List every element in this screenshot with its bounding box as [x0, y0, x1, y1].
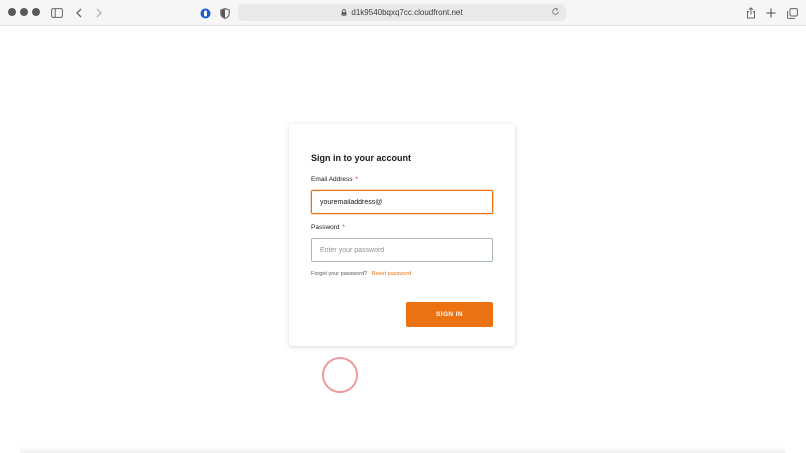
email-label: Email Address *: [311, 176, 358, 183]
sign-in-title: Sign in to your account: [311, 153, 412, 163]
privacy-shield-icon[interactable]: [216, 4, 234, 22]
new-tab-icon[interactable]: [762, 4, 780, 22]
forgot-password-text: Forgot your password?: [311, 271, 368, 277]
reset-password-link[interactable]: Reset password: [372, 271, 411, 277]
window-minimize-dot[interactable]: [20, 8, 28, 16]
lock-icon: [341, 9, 347, 16]
forgot-password-row: Forgot your password? Reset password: [311, 271, 411, 277]
password-required-marker: *: [342, 224, 345, 231]
forward-icon[interactable]: [90, 4, 108, 22]
password-label-text: Password: [311, 224, 340, 231]
password-field[interactable]: [311, 238, 493, 262]
share-icon[interactable]: [742, 4, 760, 22]
email-field[interactable]: [311, 190, 493, 214]
window-close-dot[interactable]: [8, 8, 16, 16]
sign-in-button[interactable]: SIGN IN: [406, 302, 493, 327]
back-icon[interactable]: [70, 4, 88, 22]
email-label-text: Email Address: [311, 176, 353, 183]
page-bottom-shadow: [20, 447, 786, 453]
password-manager-icon[interactable]: [196, 4, 214, 22]
url-text: d1k9540bqxq7cc.cloudfront.net: [351, 8, 463, 17]
email-required-marker: *: [355, 176, 358, 183]
window-zoom-dot[interactable]: [32, 8, 40, 16]
address-bar[interactable]: d1k9540bqxq7cc.cloudfront.net: [238, 4, 566, 21]
sign-in-card: Sign in to your account Email Address * …: [289, 124, 515, 346]
tab-overview-icon[interactable]: [783, 4, 801, 22]
password-label: Password *: [311, 224, 345, 231]
browser-toolbar: d1k9540bqxq7cc.cloudfront.net: [0, 0, 806, 26]
click-indicator-circle: [322, 357, 358, 393]
reload-icon[interactable]: [551, 7, 560, 16]
sidebar-icon[interactable]: [48, 4, 66, 22]
